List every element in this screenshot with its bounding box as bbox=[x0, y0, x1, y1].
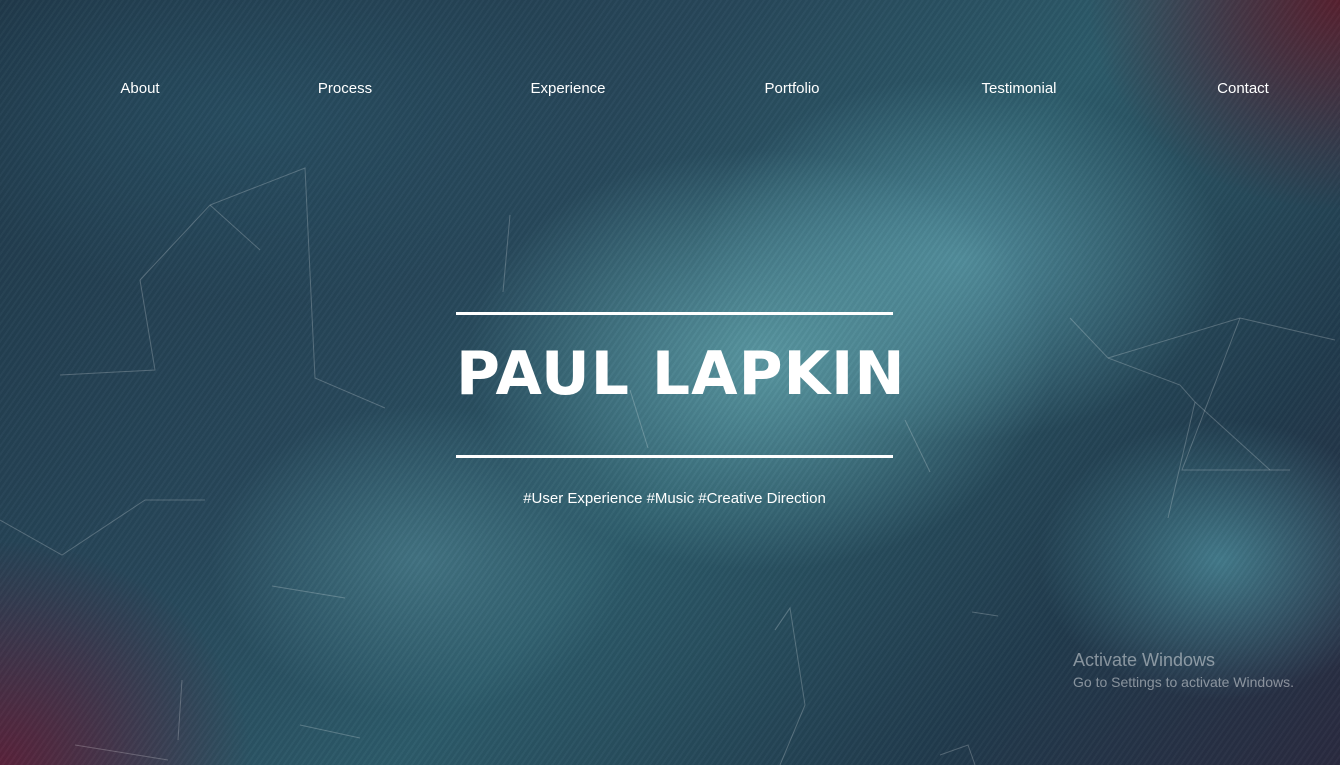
network-line bbox=[971, 611, 999, 617]
nav-link-portfolio[interactable]: Portfolio bbox=[764, 78, 819, 100]
network-line bbox=[502, 214, 511, 293]
network-line bbox=[1194, 401, 1271, 471]
network-line bbox=[1181, 317, 1290, 471]
network-line bbox=[74, 744, 169, 761]
activate-windows-title: Activate Windows bbox=[1073, 650, 1216, 670]
hero-title-block: PAUL LAPKIN bbox=[456, 312, 906, 458]
network-line bbox=[0, 499, 205, 556]
activate-windows-watermark: Activate Windows Go to Settings to activ… bbox=[1073, 648, 1294, 692]
title-rule-top bbox=[456, 312, 893, 315]
network-line bbox=[1107, 317, 1336, 359]
hero-name: PAUL LAPKIN bbox=[456, 339, 906, 409]
network-line bbox=[774, 606, 806, 765]
network-line bbox=[59, 279, 156, 376]
network-line bbox=[1069, 317, 1196, 519]
network-line bbox=[904, 419, 931, 473]
activate-windows-subtitle: Go to Settings to activate Windows. bbox=[1073, 674, 1294, 690]
nav-link-testimonial[interactable]: Testimonial bbox=[981, 78, 1056, 100]
network-line bbox=[209, 204, 261, 251]
hero-tagline: #User Experience #Music #Creative Direct… bbox=[523, 490, 826, 507]
network-line bbox=[299, 724, 361, 739]
network-line bbox=[139, 167, 386, 409]
network-line bbox=[271, 585, 346, 599]
nav-link-process[interactable]: Process bbox=[318, 78, 372, 100]
main-nav: About Process Experience Portfolio Testi… bbox=[0, 78, 1340, 100]
network-line bbox=[177, 679, 183, 741]
network-line bbox=[939, 744, 976, 765]
nav-link-experience[interactable]: Experience bbox=[530, 78, 605, 100]
nav-link-about[interactable]: About bbox=[120, 78, 159, 100]
title-rule-bottom bbox=[456, 455, 893, 458]
nav-link-contact[interactable]: Contact bbox=[1217, 78, 1269, 100]
